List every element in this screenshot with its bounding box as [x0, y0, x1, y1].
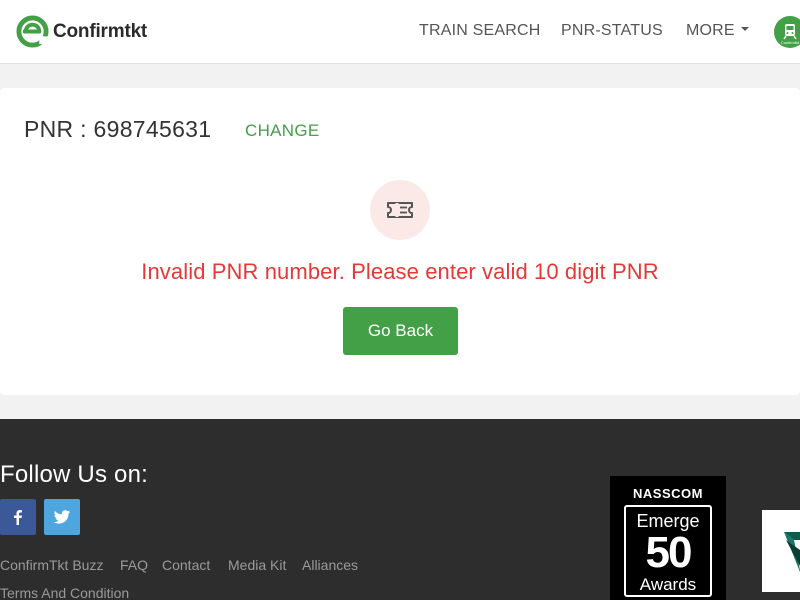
footer-link-media-kit[interactable]: Media Kit — [228, 557, 286, 573]
go-back-button[interactable]: Go Back — [343, 307, 458, 355]
footer-link-faq[interactable]: FAQ — [120, 557, 148, 573]
nav-more-label: MORE — [686, 22, 735, 39]
partner-logo-icon — [784, 532, 800, 572]
facebook-icon — [14, 510, 22, 525]
top-navbar: Confirmtkt TRAIN SEARCH PNR-STATUS MORE … — [0, 0, 800, 64]
follow-us-title: Follow Us on: — [0, 461, 148, 488]
nav-more-dropdown[interactable]: MORE — [686, 22, 749, 40]
twitter-icon — [53, 510, 71, 524]
footer-link-alliances[interactable]: Alliances — [302, 557, 358, 573]
partner-badge — [762, 510, 800, 592]
award-org: NASSCOM — [633, 486, 703, 501]
footer-link-contact[interactable]: Contact — [162, 557, 210, 573]
confirmtkt-logo-icon — [16, 15, 49, 48]
confirmtkt-logo[interactable]: Confirmtkt — [16, 15, 147, 48]
footer-link-terms[interactable]: Terms And Condition — [0, 585, 129, 600]
facebook-button[interactable] — [0, 499, 36, 535]
app-badge-label: Confirmtkt — [781, 40, 800, 45]
error-message: Invalid PNR number. Please enter valid 1… — [141, 259, 659, 284]
app-badge[interactable]: Confirmtkt — [774, 16, 800, 48]
chevron-down-icon — [740, 26, 749, 31]
award-line2: 50 — [645, 528, 693, 577]
award-frame: Emerge 50 Awards — [624, 505, 712, 597]
train-icon: Confirmtkt — [781, 24, 800, 45]
ticket-icon-badge — [370, 180, 430, 240]
footer-link-buzz[interactable]: ConfirmTkt Buzz — [0, 557, 103, 573]
nasscom-award-badge: NASSCOM Emerge 50 Awards — [610, 476, 726, 600]
twitter-button[interactable] — [44, 499, 80, 535]
change-pnr-link[interactable]: CHANGE — [245, 121, 320, 141]
pnr-number-label: PNR : 698745631 — [24, 116, 212, 142]
ticket-icon — [387, 202, 413, 218]
nav-train-search[interactable]: TRAIN SEARCH — [419, 22, 541, 40]
nav-pnr-status[interactable]: PNR-STATUS — [561, 22, 663, 40]
logo-text: Confirmtkt — [53, 20, 148, 42]
award-line3: Awards — [639, 575, 697, 594]
